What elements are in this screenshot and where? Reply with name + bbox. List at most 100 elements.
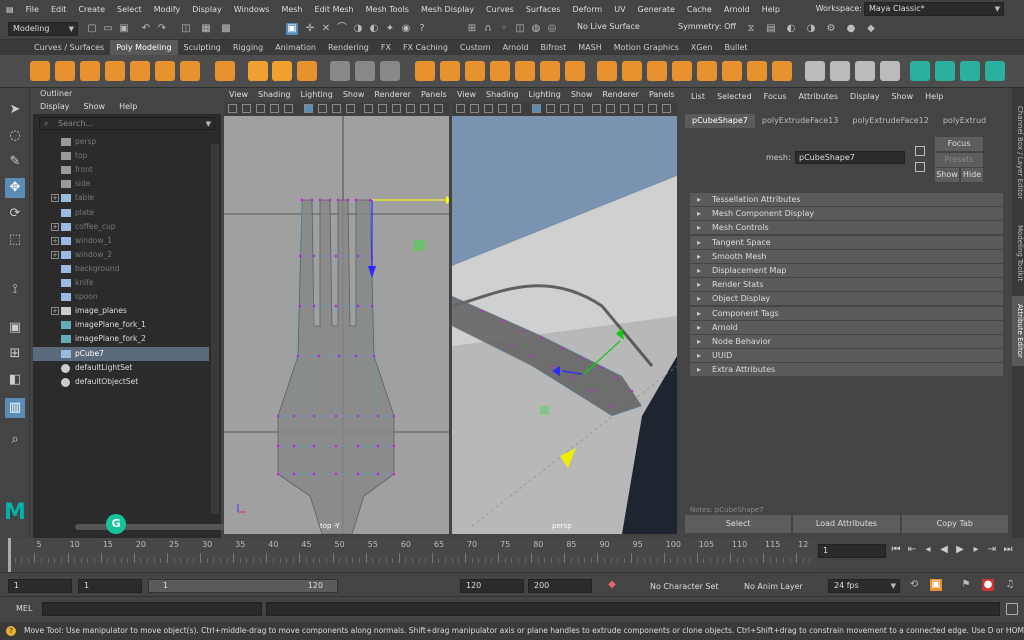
rotate-tool-icon[interactable]: ⟳ [5, 204, 25, 224]
grease-pencil-icon[interactable] [512, 104, 521, 113]
textured-icon[interactable] [620, 104, 629, 113]
live-surface-status[interactable]: No Live Surface [577, 22, 640, 31]
outliner-menu-show[interactable]: Show [77, 100, 113, 114]
play-forwards-icon[interactable]: ▶ [954, 544, 966, 556]
menu-curves[interactable]: Curves [480, 5, 520, 14]
section-mesh-component-display[interactable]: Mesh Component Display [690, 207, 1003, 221]
animation-end-field[interactable]: 200 [528, 579, 592, 593]
expand-icon[interactable]: + [51, 236, 59, 245]
hide-button[interactable]: Hide [961, 168, 983, 182]
resolution-gate-icon[interactable] [560, 104, 569, 113]
viewport-menu-view[interactable]: View [224, 88, 253, 102]
snap-center-icon[interactable]: ◎ [546, 23, 558, 35]
keyframe-icon[interactable]: ◆ [606, 579, 618, 591]
load-attributes-button[interactable]: Load Attributes [793, 515, 900, 533]
select-button[interactable]: Select [685, 515, 792, 533]
playback-end-field[interactable]: 120 [460, 579, 524, 593]
fps-dropdown[interactable]: 24 fps ▼ [828, 579, 900, 593]
mel-label[interactable]: MEL [16, 604, 32, 613]
outliner-item-persp[interactable]: persp [33, 135, 209, 149]
step-forward-frame-icon[interactable]: ▸ [970, 544, 982, 556]
outliner-item-knife[interactable]: knife [33, 276, 209, 290]
shelf-tab-fx[interactable]: FX [375, 40, 397, 55]
hypershade-icon[interactable]: ● [845, 23, 857, 35]
outliner-item-background[interactable]: background [33, 262, 209, 276]
2d-pan-icon[interactable] [498, 104, 507, 113]
menu-edit[interactable]: Edit [45, 5, 73, 14]
outliner-menu-help[interactable]: Help [112, 100, 144, 114]
outliner-item-imageplane-fork-1[interactable]: imagePlane_fork_1 [33, 318, 209, 332]
poly-cylinder-icon[interactable] [80, 61, 100, 81]
textured-icon[interactable] [392, 104, 401, 113]
new-scene-icon[interactable]: ▢ [86, 23, 98, 35]
viewport-menu-shading[interactable]: Shading [481, 88, 524, 102]
menu-mesh[interactable]: Mesh [275, 5, 308, 14]
merge-icon[interactable] [747, 61, 767, 81]
smooth-shade-icon[interactable] [606, 104, 615, 113]
input-connection-icon[interactable] [915, 146, 925, 156]
camera-attr-icon[interactable] [228, 104, 237, 113]
shelf-tab-motion-graphics[interactable]: Motion Graphics [608, 40, 685, 55]
menu-generate[interactable]: Generate [632, 5, 681, 14]
current-frame-marker[interactable] [8, 538, 11, 572]
step-back-frame-icon[interactable]: ◂ [922, 544, 934, 556]
ipr-render-icon[interactable]: ◑ [805, 23, 817, 35]
shelf-tab-sculpting[interactable]: Sculpting [178, 40, 227, 55]
poly-cube-icon[interactable] [55, 61, 75, 81]
mel-input[interactable] [42, 602, 262, 616]
crease-icon[interactable] [855, 61, 875, 81]
outliner-item-top[interactable]: top [33, 149, 209, 163]
redo-icon[interactable]: ↷ [156, 23, 168, 35]
undo-icon[interactable]: ↶ [140, 23, 152, 35]
section-tangent-space[interactable]: Tangent Space [690, 235, 1003, 249]
section-component-tags[interactable]: Component Tags [690, 306, 1003, 320]
outliner-item-front[interactable]: front [33, 163, 209, 177]
menu-set-dropdown[interactable]: Modeling ▼ [8, 22, 78, 36]
tab-modeling-toolkit[interactable]: Modeling Toolkit [1012, 218, 1024, 288]
playback-start-field[interactable]: 1 [78, 579, 142, 593]
expand-icon[interactable]: + [51, 222, 59, 231]
poly-plane-icon[interactable] [155, 61, 175, 81]
svg-icon[interactable] [297, 61, 317, 81]
select-by-hierarchy-icon[interactable]: ◫ [180, 23, 192, 35]
camera-attr-icon[interactable] [456, 104, 465, 113]
viewport-menu-panels[interactable]: Panels [644, 88, 680, 102]
poly-sphere-icon[interactable] [30, 61, 50, 81]
search-icon[interactable]: ⌕ [5, 430, 25, 450]
section-uuid[interactable]: UUID [690, 349, 1003, 363]
gate-mask-icon[interactable] [346, 104, 355, 113]
step-back-key-icon[interactable]: ⇤ [906, 544, 918, 556]
ae-menu-help[interactable]: Help [919, 88, 949, 106]
outliner-item-spoon[interactable]: spoon [33, 290, 209, 304]
single-perspective-icon[interactable]: ▣ [5, 318, 25, 338]
poke-icon[interactable] [772, 61, 792, 81]
image-plane-icon[interactable] [484, 104, 493, 113]
snap-curve-icon[interactable]: ∩ [482, 23, 494, 35]
menu-deform[interactable]: Deform [566, 5, 608, 14]
render-view-icon[interactable]: ▤ [765, 23, 777, 35]
outliner-horizontal-scrollbar[interactable] [75, 524, 235, 530]
ae-menu-focus[interactable]: Focus [758, 88, 793, 106]
insert-edge-loop-icon[interactable] [647, 61, 667, 81]
section-node-behavior[interactable]: Node Behavior [690, 335, 1003, 348]
lights-icon[interactable] [634, 104, 643, 113]
platonic-solid-icon[interactable] [215, 61, 235, 81]
select-misc-icon[interactable]: ? [416, 23, 428, 35]
menu-display[interactable]: Display [186, 5, 228, 14]
boolean-icon[interactable] [415, 61, 435, 81]
super-shape-icon[interactable] [248, 61, 268, 81]
section-tessellation-attributes[interactable]: Tessellation Attributes [690, 193, 1003, 206]
paint-select-icon[interactable]: ✎ [5, 152, 25, 172]
sculpt-icon[interactable] [805, 61, 825, 81]
go-to-end-icon[interactable]: ⏭ [1002, 544, 1014, 556]
menu-edit-mesh[interactable]: Edit Mesh [309, 5, 360, 14]
viewport-top[interactable]: View Shading Lighting Show Renderer Panels [224, 88, 449, 534]
menu-arnold[interactable]: Arnold [718, 5, 756, 14]
outliner-item-coffee-cup[interactable]: + coffee_cup [33, 220, 209, 234]
ae-menu-display[interactable]: Display [844, 88, 886, 106]
tab-attribute-editor[interactable]: Attribute Editor [1012, 296, 1024, 366]
smooth-icon[interactable] [380, 61, 400, 81]
2d-pan-icon[interactable] [270, 104, 279, 113]
section-mesh-controls[interactable]: Mesh Controls [690, 221, 1003, 235]
scale-tool-icon[interactable]: ⬚ [5, 230, 25, 250]
